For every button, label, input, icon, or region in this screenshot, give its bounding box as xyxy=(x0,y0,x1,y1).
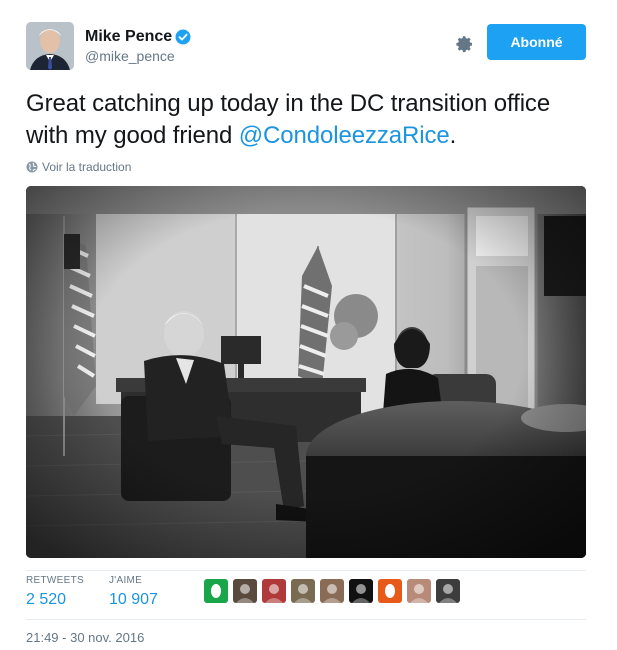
avatar[interactable] xyxy=(26,22,74,70)
tweet-text-end: . xyxy=(449,122,457,149)
retweets-count[interactable]: 2 520 xyxy=(26,591,84,609)
tweet-text: Great catching up today in the DC transi… xyxy=(26,88,586,152)
liker-avatar[interactable] xyxy=(262,579,286,603)
user-handle[interactable]: @mike_pence xyxy=(85,48,191,64)
globe-icon xyxy=(26,161,38,173)
translate-link[interactable]: Voir la traduction xyxy=(26,160,131,174)
liker-avatar[interactable] xyxy=(378,579,402,603)
liker-avatar[interactable] xyxy=(436,579,460,603)
verified-badge-icon xyxy=(175,29,191,45)
likes-count[interactable]: 10 907 xyxy=(109,591,158,609)
tweet-stats: RETWEETS 2 520 J'AIME 10 907 xyxy=(26,570,586,620)
retweets-label: RETWEETS xyxy=(26,575,84,586)
user-fullname[interactable]: Mike Pence xyxy=(85,28,172,46)
retweets-stat[interactable]: RETWEETS 2 520 xyxy=(26,575,84,609)
liker-avatar[interactable] xyxy=(349,579,373,603)
tweet-photo[interactable] xyxy=(26,186,586,558)
liker-avatar[interactable] xyxy=(204,579,228,603)
liker-avatar[interactable] xyxy=(320,579,344,603)
mention-link[interactable]: @CondoleezzaRice xyxy=(239,122,450,149)
tweet-header: Mike Pence @mike_pence Abonné xyxy=(26,22,591,72)
liker-avatar[interactable] xyxy=(233,579,257,603)
likes-stat[interactable]: J'AIME 10 907 xyxy=(109,575,158,609)
translate-label[interactable]: Voir la traduction xyxy=(42,160,131,174)
user-names: Mike Pence @mike_pence xyxy=(85,28,191,64)
follow-button[interactable]: Abonné xyxy=(487,24,586,60)
liker-avatars xyxy=(204,579,465,603)
liker-avatar[interactable] xyxy=(291,579,315,603)
tweet-timestamp[interactable]: 21:49 - 30 nov. 2016 xyxy=(26,630,144,645)
gear-icon[interactable] xyxy=(453,33,475,55)
liker-avatar[interactable] xyxy=(407,579,431,603)
likes-label: J'AIME xyxy=(109,575,143,586)
